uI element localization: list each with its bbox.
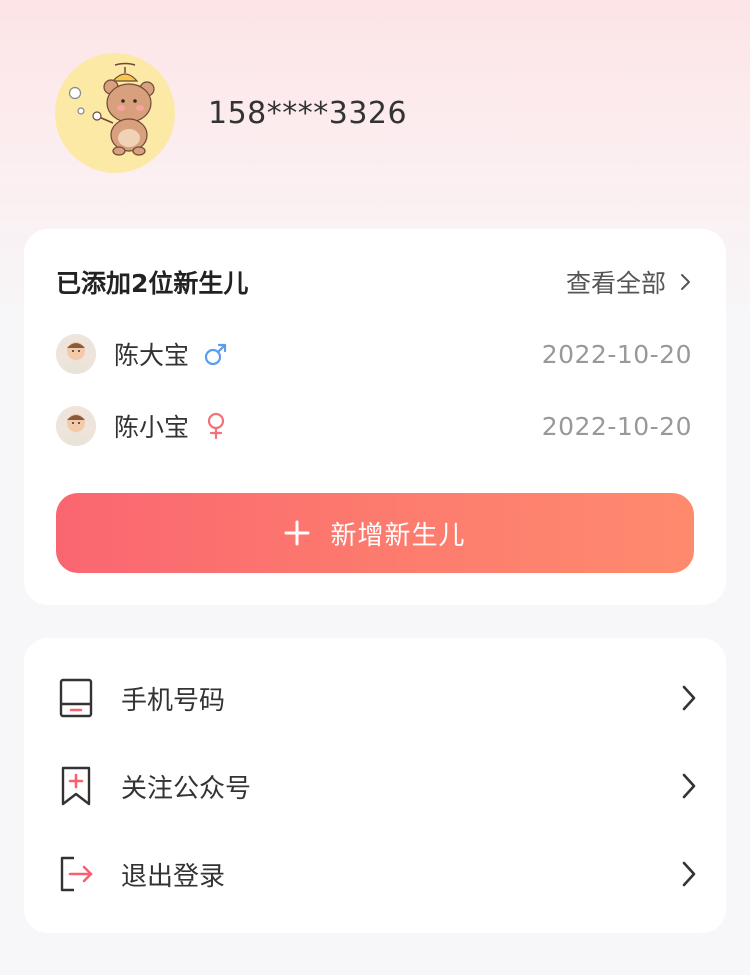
menu-label: 退出登录	[121, 861, 226, 892]
baby-row[interactable]: 陈大宝 2022-10-20	[56, 334, 692, 374]
chevron-right-icon	[681, 274, 690, 290]
baby-photo-icon	[56, 406, 96, 446]
bear-illustration-icon	[68, 62, 155, 156]
male-icon	[204, 343, 227, 366]
babies-header: 已添加2位新生儿 查看全部	[56, 265, 696, 299]
baby-name: 陈小宝	[114, 413, 190, 442]
view-all-label: 查看全部	[565, 269, 666, 298]
menu-label: 手机号码	[121, 685, 226, 716]
view-all-link[interactable]: 查看全部	[566, 264, 696, 300]
add-baby-button[interactable]: 新增新生儿	[56, 493, 694, 573]
menu-item-phone[interactable]: 手机号码	[58, 673, 698, 723]
menu-item-logout[interactable]: 退出登录	[58, 849, 698, 899]
phone-icon	[59, 678, 93, 718]
logout-icon	[60, 856, 93, 892]
baby-birthdate: 2022-10-20	[541, 339, 692, 369]
baby-avatar	[56, 334, 96, 374]
female-icon	[207, 412, 225, 440]
user-phone: 158****3326	[208, 95, 408, 131]
bookmark-plus-icon	[61, 766, 91, 806]
baby-avatar	[56, 406, 96, 446]
babies-card: 已添加2位新生儿 查看全部 陈大宝 2022-10-20 陈小宝 2022-10…	[24, 229, 726, 605]
chevron-right-icon	[682, 861, 696, 887]
baby-row[interactable]: 陈小宝 2022-10-20	[56, 406, 692, 446]
menu-label: 关注公众号	[121, 773, 252, 804]
settings-menu: 手机号码 关注公众号 退出登录	[24, 638, 726, 933]
chevron-right-icon	[682, 685, 696, 711]
chevron-right-icon	[682, 773, 696, 799]
add-baby-label: 新增新生儿	[330, 520, 466, 551]
menu-item-follow-account[interactable]: 关注公众号	[58, 761, 698, 811]
baby-photo-icon	[56, 334, 96, 374]
avatar[interactable]	[55, 53, 175, 173]
baby-birthdate: 2022-10-20	[541, 411, 692, 441]
plus-icon	[284, 520, 310, 546]
babies-title: 已添加2位新生儿	[56, 269, 249, 298]
profile-header: 158****3326	[55, 53, 407, 173]
baby-name: 陈大宝	[114, 341, 190, 370]
